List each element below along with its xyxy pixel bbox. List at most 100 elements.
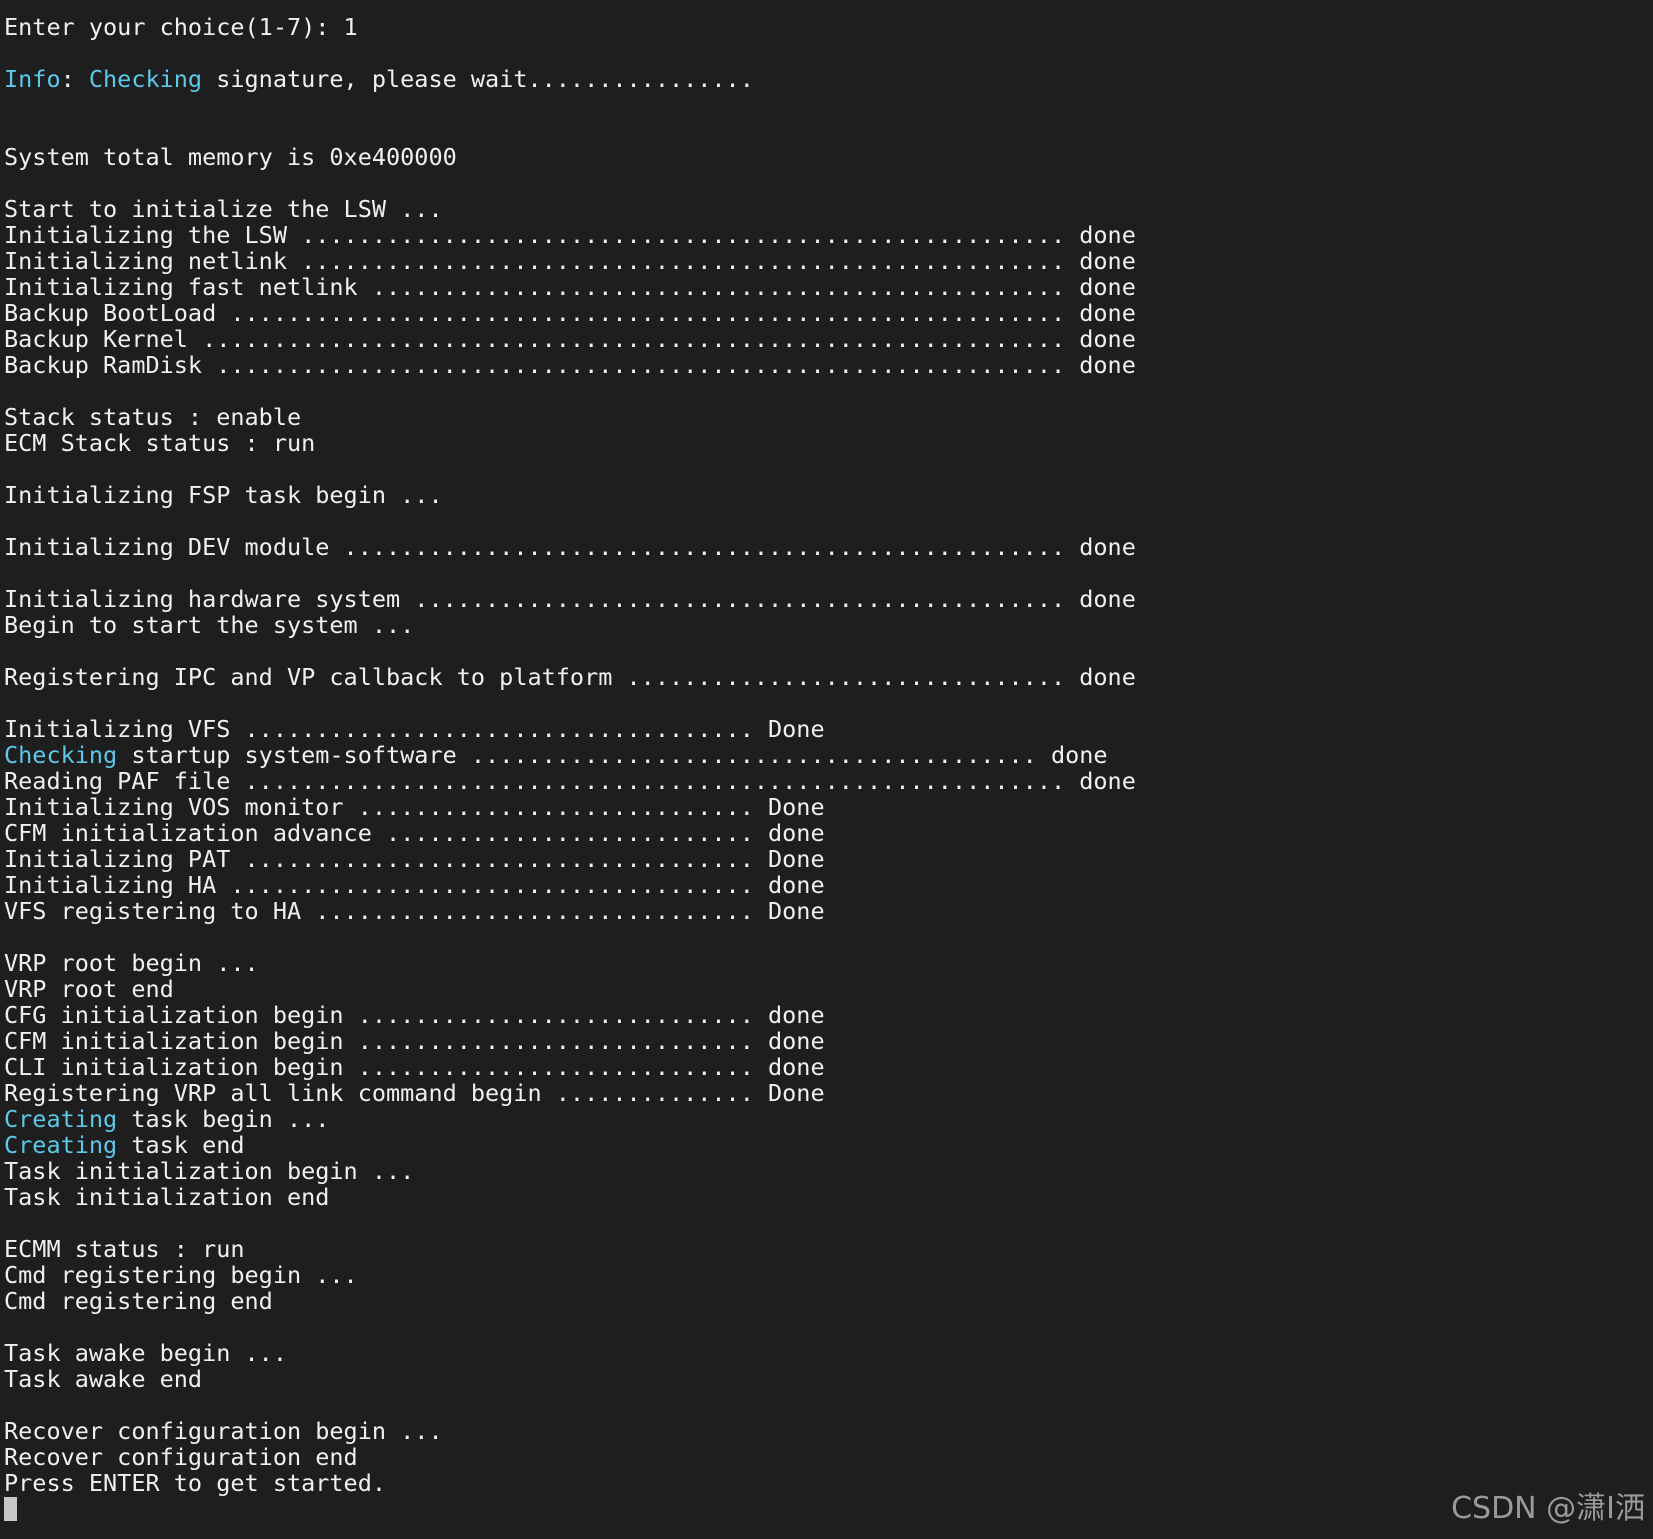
terminal-text: task begin ... [117,1105,330,1133]
terminal-text: Initializing FSP task begin ... [4,481,443,509]
terminal-line: Backup BootLoad ........................… [4,300,1644,326]
terminal-text: Reading PAF file .......................… [4,767,1136,795]
terminal-line: Checking startup system-software .......… [4,742,1644,768]
terminal-line: Task awake begin ... [4,1340,1644,1366]
terminal-line: ECM Stack status : run [4,430,1644,456]
terminal-text: Registering VRP all link command begin .… [4,1079,825,1107]
terminal-line: Backup Kernel ..........................… [4,326,1644,352]
terminal-text: startup system-software ................… [117,741,1108,769]
terminal-text: Cmd registering begin ... [4,1261,358,1289]
terminal-text: Recover configuration end [4,1443,358,1471]
prompt-line[interactable] [4,1496,1644,1522]
terminal-line: Recover configuration end [4,1444,1644,1470]
highlighted-text: Info [4,65,61,93]
terminal-text: VFS registering to HA ..................… [4,897,825,925]
terminal-text: Backup Kernel ..........................… [4,325,1136,353]
terminal-text: Initializing HA ........................… [4,871,825,899]
terminal-text: Backup BootLoad ........................… [4,299,1136,327]
terminal-text: : [60,65,89,93]
terminal-line: CFM initialization begin ...............… [4,1028,1644,1054]
terminal-line: CFM initialization advance .............… [4,820,1644,846]
terminal-text: Start to initialize the LSW ... [4,195,443,223]
terminal-text: Initializing VFS .......................… [4,715,825,743]
terminal-text: CLI initialization begin ...............… [4,1053,825,1081]
terminal-line: CFG initialization begin ...............… [4,1002,1644,1028]
highlighted-text: Checking [4,741,118,769]
terminal-text: Stack status : enable [4,403,302,431]
highlighted-text: Creating [4,1105,118,1133]
terminal-line: Task awake end [4,1366,1644,1392]
terminal-line: Initializing hardware system ...........… [4,586,1644,612]
terminal-line: Initializing netlink ...................… [4,248,1644,274]
terminal-text: ECM Stack status : run [4,429,316,457]
terminal-text: Recover configuration begin ... [4,1417,443,1445]
terminal-text: Initializing the LSW ...................… [4,221,1136,249]
highlighted-text: Checking [88,65,203,93]
terminal-line: CLI initialization begin ...............… [4,1054,1644,1080]
terminal-line: Enter your choice(1-7): 1 [4,14,1644,40]
terminal-text: Enter your choice(1-7): 1 [4,13,358,41]
terminal-line: Task initialization begin ... [4,1158,1644,1184]
terminal-line: Initializing PAT .......................… [4,846,1644,872]
terminal-line: VRP root begin ... [4,950,1644,976]
terminal-text: Initializing fast netlink ..............… [4,273,1136,301]
terminal-line: Begin to start the system ... [4,612,1644,638]
terminal-line: Info: Checking signature, please wait...… [4,66,1644,92]
terminal-text: Initializing netlink ...................… [4,247,1136,275]
terminal-line: ECMM status : run [4,1236,1644,1262]
terminal-line: Recover configuration begin ... [4,1418,1644,1444]
terminal-line: Initializing VFS .......................… [4,716,1644,742]
terminal-line: Registering VRP all link command begin .… [4,1080,1644,1106]
terminal-line: Cmd registering begin ... [4,1262,1644,1288]
terminal-text: System total memory is 0xe400000 [4,143,457,171]
terminal-line: Start to initialize the LSW ... [4,196,1644,222]
terminal-text: Task awake begin ... [4,1339,287,1367]
terminal-line: Initializing the LSW ...................… [4,222,1644,248]
terminal-text: Begin to start the system ... [4,611,415,639]
terminal-text: Task initialization end [4,1183,330,1211]
terminal-text: Cmd registering end [4,1287,273,1315]
terminal-line: Initializing HA ........................… [4,872,1644,898]
terminal-line: Creating task begin ... [4,1106,1644,1132]
terminal-text: CFM initialization advance .............… [4,819,825,847]
terminal-line: Initializing VOS monitor ...............… [4,794,1644,820]
terminal-line: Initializing fast netlink ..............… [4,274,1644,300]
highlighted-text: Creating [4,1131,118,1159]
terminal-line: Press ENTER to get started. [4,1470,1644,1496]
terminal-text: Registering IPC and VP callback to platf… [4,663,1136,691]
terminal-text: VRP root end [4,975,174,1003]
terminal-line: System total memory is 0xe400000 [4,144,1644,170]
terminal-text: Initializing PAT .......................… [4,845,825,873]
terminal-line: Initializing DEV module ................… [4,534,1644,560]
terminal-output: Enter your choice(1-7): 1 Info: Checking … [4,14,1644,1522]
terminal-line: Task initialization end [4,1184,1644,1210]
terminal-text: task end [117,1131,245,1159]
terminal-line: Registering IPC and VP callback to platf… [4,664,1644,690]
terminal-line: Stack status : enable [4,404,1644,430]
watermark: CSDN @潇I洒 [1451,1491,1645,1526]
terminal-text: ECMM status : run [4,1235,245,1263]
terminal-line: VRP root end [4,976,1644,1002]
terminal-text: Initializing hardware system ...........… [4,585,1136,613]
terminal-text: Press ENTER to get started. [4,1469,387,1497]
terminal-line: Backup RamDisk .........................… [4,352,1644,378]
text-cursor[interactable] [4,1497,17,1521]
terminal-line: Cmd registering end [4,1288,1644,1314]
terminal-text: signature, please wait................ [202,65,754,93]
terminal-text: Backup RamDisk .........................… [4,351,1136,379]
terminal-text: VRP root begin ... [4,949,259,977]
terminal-line: Creating task end [4,1132,1644,1158]
